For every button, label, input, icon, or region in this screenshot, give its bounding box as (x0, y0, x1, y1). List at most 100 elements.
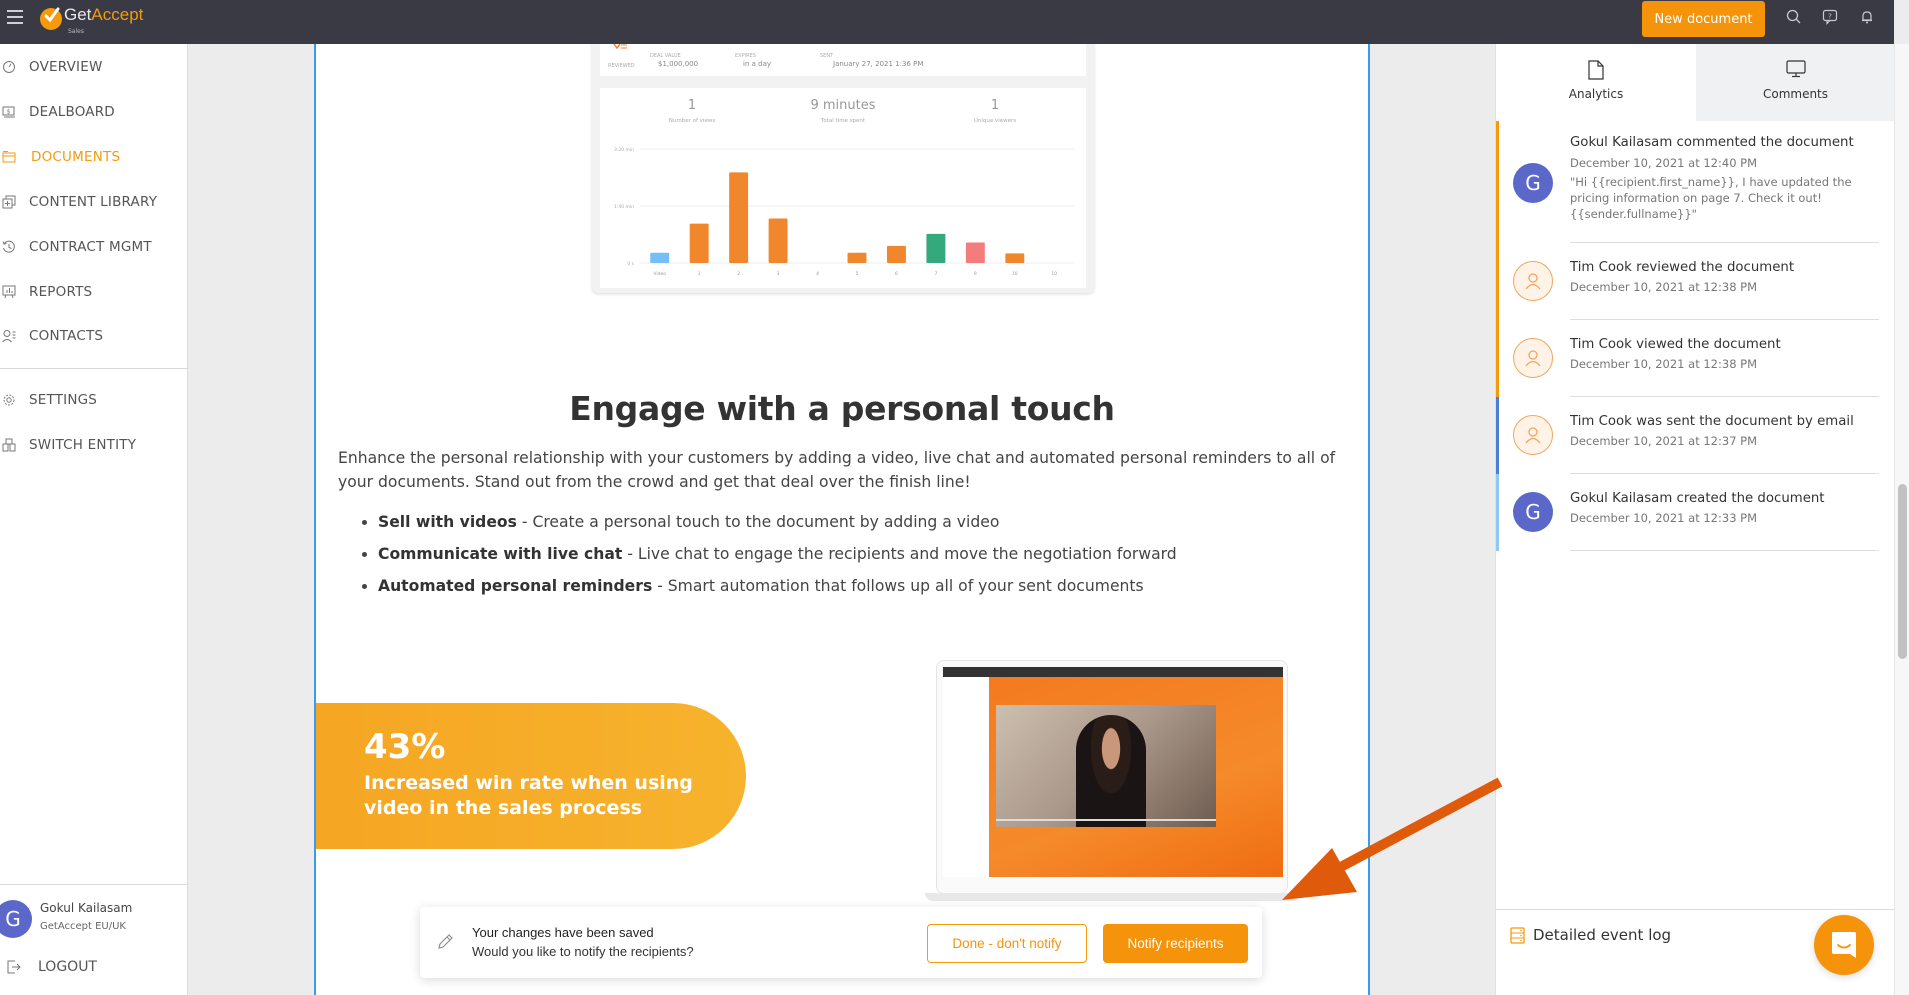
bell-icon[interactable] (1859, 9, 1877, 27)
logout-button[interactable]: LOGOUT (0, 955, 188, 979)
document-icon (1588, 60, 1604, 80)
user-name: Gokul Kailasam (40, 901, 133, 915)
detailed-event-log-link[interactable]: Detailed event log (1510, 926, 1671, 944)
tab-analytics[interactable]: Analytics (1496, 44, 1696, 121)
sidebar-item-label: CONTRACT MGMT (29, 239, 152, 255)
bar (768, 218, 788, 263)
status-label: REVIEWED (608, 63, 635, 69)
logout-icon (7, 960, 21, 974)
event-time: December 10, 2021 at 12:38 PM (1570, 280, 1758, 294)
saved-notification: Your changes have been saved Would you l… (420, 907, 1262, 978)
event-item[interactable]: Tim Cook reviewed the document December … (1496, 243, 1895, 320)
list-item-title: Sell with videos (378, 513, 517, 531)
bar (729, 172, 749, 263)
avatar: G (1513, 492, 1553, 532)
user-icon (1513, 415, 1553, 455)
sidebar-item-dealboard[interactable]: $ DEALBOARD (0, 97, 188, 127)
event-bar (1496, 243, 1499, 320)
stat-label: Number of views (668, 118, 716, 124)
banner-stat: 43% (364, 727, 446, 767)
library-icon (2, 195, 16, 209)
sidebar: OVERVIEW $ DEALBOARD DOCUMENTS CONTENT L… (0, 44, 188, 995)
event-title: Gokul Kailasam created the document (1570, 491, 1825, 506)
sidebar-item-overview[interactable]: OVERVIEW (0, 52, 188, 82)
list-item-text: - Create a personal touch to the documen… (516, 513, 1000, 531)
sidebar-item-documents[interactable]: DOCUMENTS (0, 142, 188, 172)
sent-label: SENT (820, 53, 834, 59)
sent-value: January 27, 2021 1:36 PM (833, 60, 924, 68)
notification-subtitle: Would you like to notify the recipients? (472, 944, 694, 959)
stat-label: Total time spent (820, 118, 866, 124)
win-rate-banner: 43% Increased win rate when using video … (316, 703, 746, 849)
logo-subtitle: Sales (68, 28, 84, 35)
stat-value: 1 (687, 98, 697, 113)
top-bar: GetAccept Sales New document ? (0, 0, 1894, 44)
menu-icon[interactable] (7, 10, 23, 24)
stat-label: Unique viewers (973, 118, 1017, 124)
sidebar-item-settings[interactable]: SETTINGS (0, 385, 188, 415)
sidebar-item-label: CONTENT LIBRARY (29, 194, 158, 210)
notification-title: Your changes have been saved (472, 925, 654, 940)
sidebar-item-content-library[interactable]: CONTENT LIBRARY (0, 187, 188, 217)
bar (965, 242, 985, 263)
list-item: Automated personal reminders - Smart aut… (378, 574, 1177, 606)
bar (886, 245, 906, 263)
new-document-button[interactable]: New document (1642, 1, 1765, 37)
search-icon[interactable] (1786, 9, 1804, 27)
notify-recipients-button[interactable]: Notify recipients (1103, 924, 1248, 963)
user-icon (1513, 261, 1553, 301)
laptop-screen (989, 677, 1283, 877)
x-tick-label: 6 (895, 271, 898, 277)
tab-label: Analytics (1568, 87, 1624, 101)
sidebar-item-contacts[interactable]: CONTACTS (0, 321, 188, 351)
sidebar-item-label: REPORTS (29, 284, 93, 300)
pencil-icon (438, 934, 453, 949)
tab-comments[interactable]: Comments (1696, 44, 1895, 121)
x-tick-label: 7 (934, 271, 937, 277)
document-canvas: REVIEWED DEAL VALUE $1,000,000 EXPIRES i… (314, 44, 1370, 995)
x-tick-label: 10 (1051, 271, 1057, 277)
sidebar-item-reports[interactable]: REPORTS (0, 277, 188, 307)
laptop-video-image (925, 660, 1301, 901)
avatar[interactable]: G (0, 900, 32, 938)
event-item[interactable]: Tim Cook viewed the document December 10… (1496, 320, 1895, 397)
logo[interactable]: GetAccept Sales (40, 6, 143, 35)
x-tick-label: 1 (698, 271, 701, 277)
y-tick-label: 1:40 min (614, 204, 634, 210)
gauge-icon (3, 61, 15, 73)
list-item-text: - Smart automation that follows up all o… (652, 577, 1144, 595)
list-item: Communicate with live chat - Live chat t… (378, 542, 1177, 574)
video-thumbnail (996, 705, 1216, 827)
scrollbar-thumb[interactable] (1898, 484, 1907, 659)
list-item-title: Automated personal reminders (378, 577, 653, 595)
event-item[interactable]: G Gokul Kailasam commented the document … (1496, 121, 1895, 243)
event-title: Tim Cook reviewed the document (1570, 260, 1795, 275)
expires-value: in a day (743, 60, 771, 68)
y-tick-label: 3:20 min (614, 147, 634, 153)
event-bar (1496, 320, 1499, 397)
sidebar-item-label: OVERVIEW (29, 59, 103, 75)
event-log-icon (1510, 926, 1525, 944)
page-scrollbar[interactable] (1894, 44, 1909, 995)
video-progress (996, 819, 1216, 821)
event-time: December 10, 2021 at 12:40 PM (1570, 156, 1758, 170)
deal-value-label: DEAL VALUE (650, 53, 681, 59)
done-dont-notify-button[interactable]: Done - don't notify (927, 924, 1087, 963)
help-chat-icon[interactable]: ? (1822, 9, 1840, 27)
event-item[interactable]: G Gokul Kailasam created the document De… (1496, 474, 1895, 551)
laptop-topbar (943, 667, 1283, 677)
chat-launcher-button[interactable] (1814, 915, 1874, 975)
sidebar-item-switch-entity[interactable]: SWITCH ENTITY (0, 430, 188, 460)
activity-panel: Analytics Comments G Gokul Kailasam comm… (1495, 44, 1895, 995)
event-message: "Hi {{recipient.first_name}}, I have upd… (1570, 175, 1852, 221)
stat-value: 9 minutes (810, 98, 876, 113)
history-icon (2, 240, 15, 253)
sidebar-item-label: SWITCH ENTITY (29, 437, 137, 453)
event-item[interactable]: Tim Cook was sent the document by email … (1496, 397, 1895, 474)
sidebar-item-contract-mgmt[interactable]: CONTRACT MGMT (0, 232, 188, 262)
x-tick-label: 10 (1012, 271, 1018, 277)
sidebar-item-label: SETTINGS (29, 392, 98, 408)
bar (1005, 253, 1025, 263)
bar (689, 223, 709, 263)
annotation-arrow-icon (1282, 777, 1503, 900)
